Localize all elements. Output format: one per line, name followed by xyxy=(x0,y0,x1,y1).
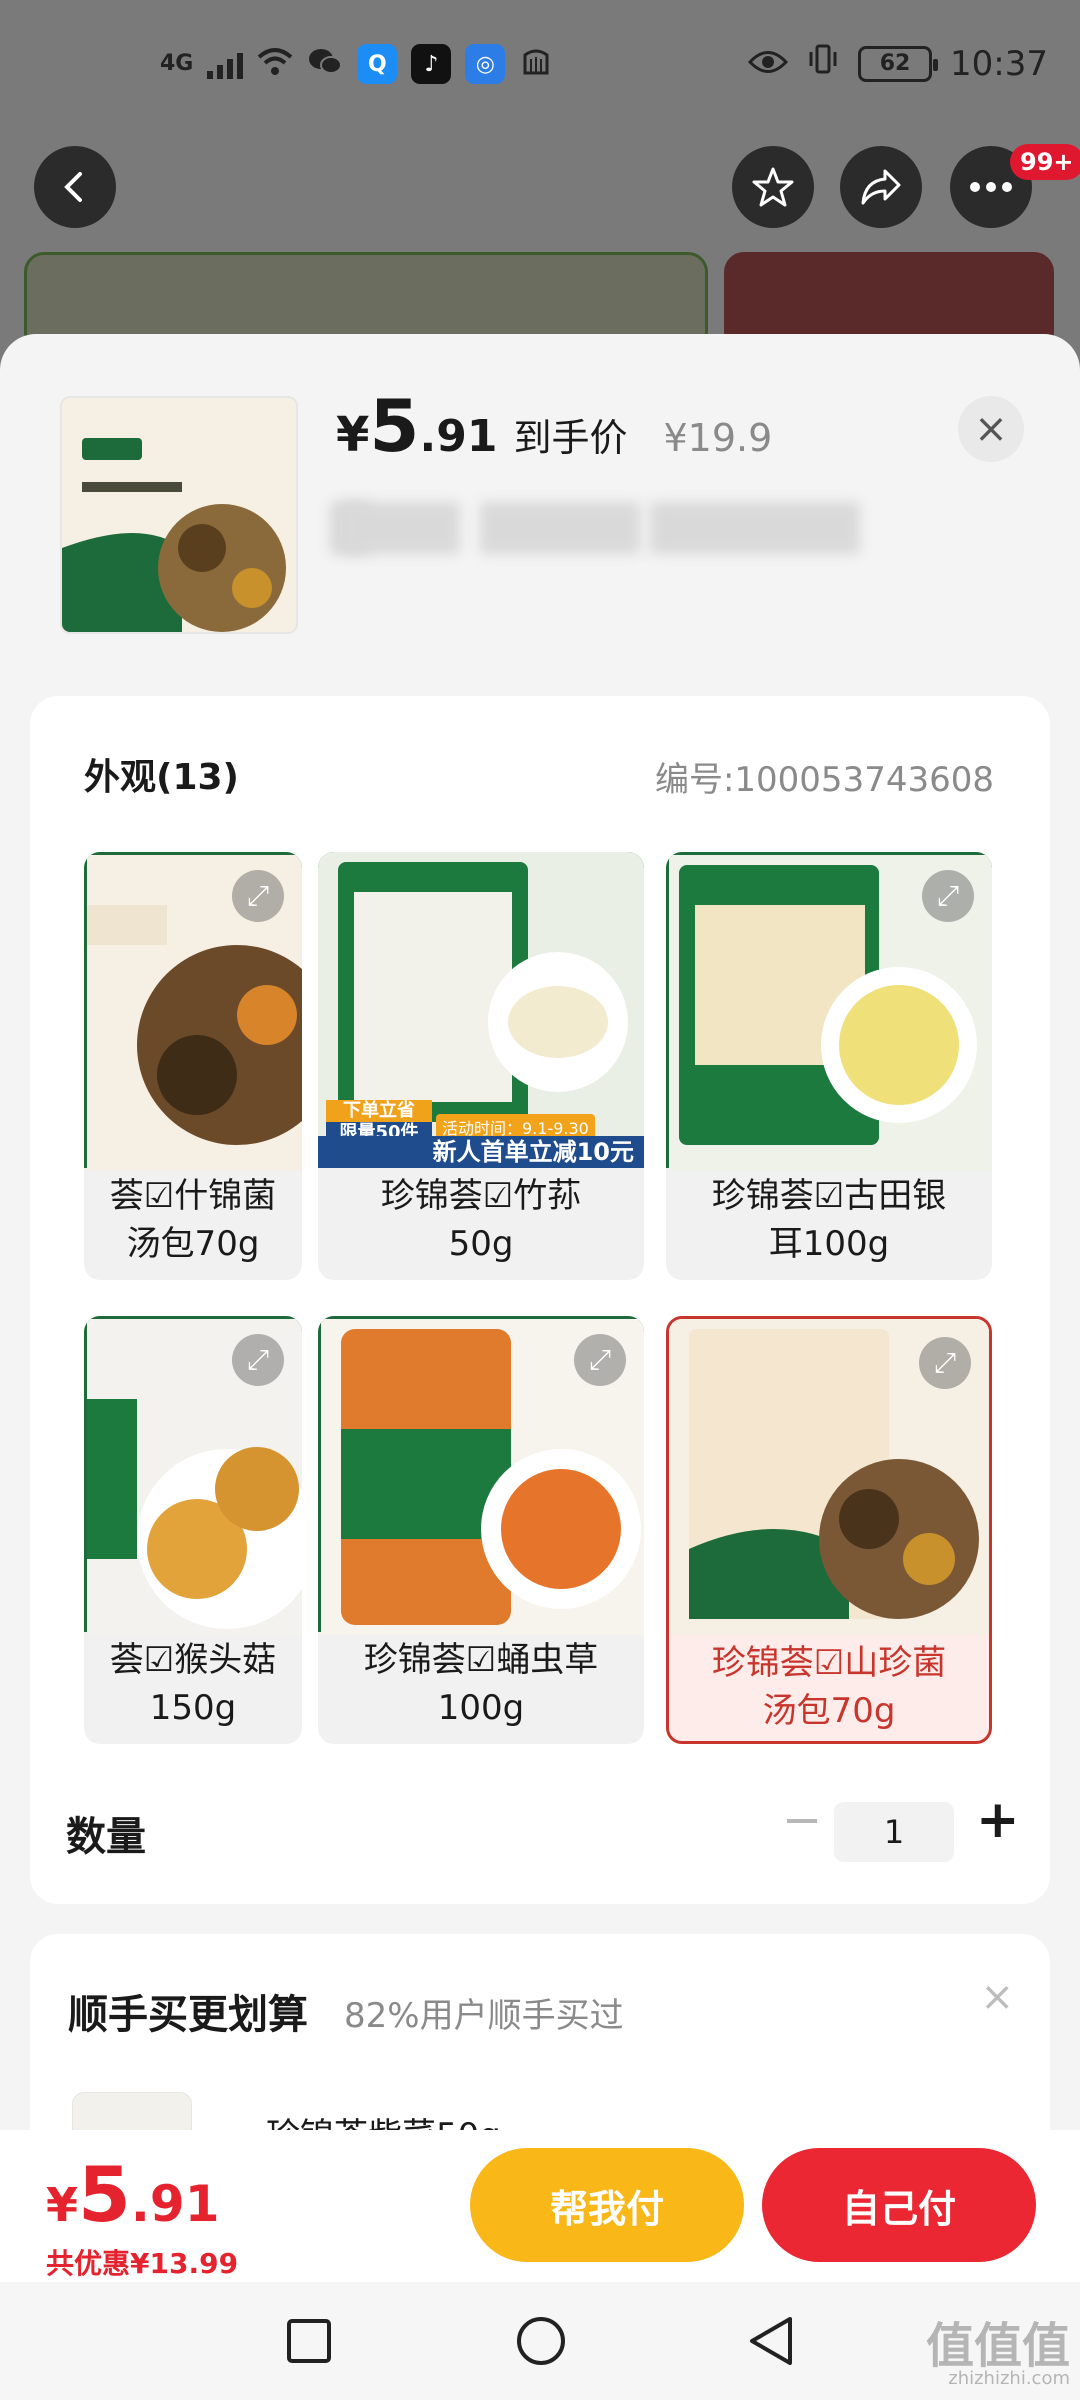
total-discount: 共优惠¥13.99 xyxy=(46,2247,239,2280)
variant-label-line1: 珍锦荟☑山珍菌 xyxy=(711,1643,947,1683)
variant-label: 珍锦荟☑山珍菌 汤包70g xyxy=(669,1639,989,1735)
battery-icon: 62 xyxy=(858,45,939,82)
sku-number: 编号:100053743608 xyxy=(654,760,994,800)
favorite-button[interactable] xyxy=(732,146,814,228)
addon-close-button[interactable]: × xyxy=(980,1974,1014,2020)
total-price-decimal: .91 xyxy=(130,2175,220,2233)
variant-label-line2: 100g xyxy=(437,1688,525,1728)
status-left: 4G Q ♪ ◎ xyxy=(160,44,553,84)
eye-icon xyxy=(747,44,789,84)
glove-icon xyxy=(519,45,553,83)
total-price-integer: 5 xyxy=(78,2150,131,2239)
original-price: ¥19.9 xyxy=(663,416,773,460)
variant-label-line2: 汤包70g xyxy=(126,1224,260,1264)
chevron-left-icon xyxy=(64,172,82,202)
clock: 10:37 xyxy=(950,43,1048,84)
expand-icon[interactable]: ⤢ xyxy=(574,1334,626,1386)
variant-label-line1: 荟☑什锦菌 xyxy=(109,1176,277,1216)
variant-label: 珍锦荟☑古田银 耳100g xyxy=(666,1172,992,1268)
variant-label: 荟☑什锦菌汤包70g xyxy=(84,1172,302,1268)
variant-mixed-mushroom[interactable]: ⤢ 荟☑什锦菌汤包70g xyxy=(84,852,302,1280)
total-price-symbol: ¥ xyxy=(46,2178,79,2232)
addon-title: 顺手买更划算 xyxy=(68,1992,308,2038)
notification-badge: 99+ xyxy=(1010,144,1080,180)
recents-button[interactable] xyxy=(274,2306,344,2376)
wechat-icon xyxy=(307,47,343,81)
price-integer: 5 xyxy=(369,384,420,468)
variant-label: 荟☑猴头菇 150g xyxy=(84,1636,302,1732)
home-button[interactable] xyxy=(506,2306,576,2376)
help-pay-button[interactable]: 帮我付 xyxy=(470,2148,744,2262)
back-button[interactable] xyxy=(34,146,116,228)
price-symbol: ¥ xyxy=(336,407,370,463)
star-icon xyxy=(752,167,794,207)
variant-lions-mane[interactable]: ⤢ 荟☑猴头菇 150g xyxy=(84,1316,302,1744)
promo-tag-line1: 下单立省 xyxy=(326,1100,432,1122)
expand-icon[interactable]: ⤢ xyxy=(232,870,284,922)
total-price: ¥ 5 .91 xyxy=(46,2150,219,2239)
quantity-title: 数量 xyxy=(66,1814,146,1860)
watermark-sub: zhizhizhi.com xyxy=(948,2368,1070,2389)
status-right: 62 10:37 xyxy=(747,42,1048,85)
network-type: 4G xyxy=(160,51,194,76)
variant-mountain-mushroom-soup[interactable]: ⤢ 珍锦荟☑山珍菌 汤包70g xyxy=(666,1316,992,1744)
price-label: 到手价 xyxy=(513,416,628,460)
system-navigation-bar: 值值值 zhizhizhi.com xyxy=(0,2282,1080,2400)
variant-label-line1: 珍锦荟☑竹荪 xyxy=(380,1176,582,1216)
self-pay-button[interactable]: 自己付 xyxy=(762,2148,1036,2262)
price-decimal: .91 xyxy=(419,411,498,462)
variant-bamboo-fungus[interactable]: 下单立省 限量50件 活动时间：9.1-9.30 新人首单立减10元 珍锦荟☑竹… xyxy=(318,852,644,1280)
share-button[interactable] xyxy=(840,146,922,228)
vibrate-icon xyxy=(806,42,840,85)
wifi-icon xyxy=(257,47,293,81)
quantity-increase-button[interactable]: + xyxy=(976,1790,1020,1850)
close-button[interactable]: × xyxy=(958,396,1024,462)
addon-subtitle: 82%用户顺手买过 xyxy=(344,1996,624,2036)
share-icon xyxy=(861,169,901,205)
back-nav-button[interactable] xyxy=(736,2306,806,2376)
product-thumbnail[interactable] xyxy=(60,396,298,634)
variant-label-line2: 50g xyxy=(448,1224,514,1264)
variant-label-line1: 珍锦荟☑蛹虫草 xyxy=(363,1640,599,1680)
expand-icon[interactable]: ⤢ xyxy=(919,1337,971,1389)
expand-icon[interactable]: ⤢ xyxy=(232,1334,284,1386)
square-icon xyxy=(287,2319,331,2363)
tiktok-icon: ♪ xyxy=(411,44,452,84)
product-image xyxy=(62,398,296,632)
appearance-card: 外观(13) 编号:100053743608 ⤢ 荟☑什锦菌汤包70g 下单立省… xyxy=(30,696,1050,1904)
checkout-bar: ¥ 5 .91 共优惠¥13.99 帮我付 自己付 xyxy=(0,2130,1080,2282)
watermark-main: 值值值 xyxy=(925,2318,1070,2374)
quantity-value[interactable]: 1 xyxy=(834,1802,954,1862)
variant-white-fungus[interactable]: ⤢ 珍锦荟☑古田银 耳100g xyxy=(666,852,992,1280)
watermark: 值值值 zhizhizhi.com xyxy=(926,2322,1070,2388)
search-app-icon: Q xyxy=(357,44,398,84)
variant-label-line2: 汤包70g xyxy=(762,1691,896,1731)
expand-icon[interactable]: ⤢ xyxy=(922,870,974,922)
variant-label: 珍锦荟☑蛹虫草 100g xyxy=(318,1636,644,1732)
circle-icon xyxy=(517,2317,565,2365)
variant-label-line2: 耳100g xyxy=(768,1224,890,1264)
variant-cordyceps[interactable]: ⤢ 珍锦荟☑蛹虫草 100g xyxy=(318,1316,644,1744)
promo-banner: 新人首单立减10元 xyxy=(318,1136,644,1168)
appearance-title: 外观(13) xyxy=(84,757,240,798)
browser-icon: ◎ xyxy=(465,44,506,84)
variant-label-line1: 珍锦荟☑古田银 xyxy=(711,1176,947,1216)
sku-selector-sheet: ¥ 5 .91 到手价 ¥19.9 × 外观(13) 编号:1000537436… xyxy=(0,334,1080,2400)
signal-icon xyxy=(207,49,244,79)
blurred-selection-text xyxy=(330,502,1030,554)
variant-label-line1: 荟☑猴头菇 xyxy=(109,1640,277,1680)
triangle-back-icon xyxy=(750,2317,792,2365)
status-bar: 4G Q ♪ ◎ 62 10:37 xyxy=(0,0,1080,140)
quantity-decrease-button[interactable]: − xyxy=(782,1792,822,1848)
variant-label-line2: 150g xyxy=(149,1688,237,1728)
more-icon xyxy=(970,182,1012,192)
variant-label: 珍锦荟☑竹荪 50g xyxy=(318,1172,644,1268)
price-row: ¥ 5 .91 到手价 ¥19.9 xyxy=(336,384,772,468)
